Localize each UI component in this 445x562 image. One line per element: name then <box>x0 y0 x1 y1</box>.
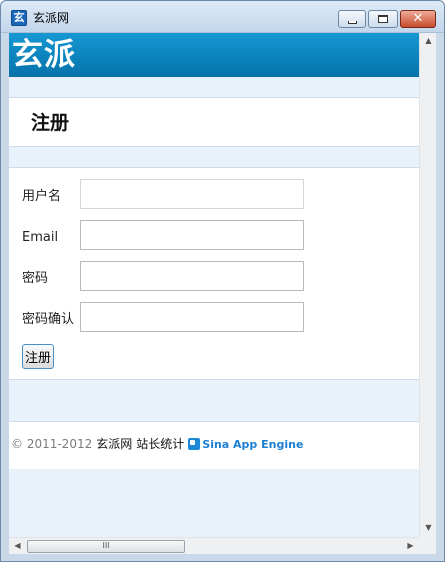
username-label: 用户名 <box>22 189 62 204</box>
scroll-up-icon[interactable]: ▲ <box>420 36 437 46</box>
horizontal-scroll-thumb[interactable]: III <box>27 540 185 553</box>
heading-panel: 注册 <box>9 97 419 147</box>
footer: © 2011-2012 玄派网 站长统计 Sina App Engine <box>9 421 419 469</box>
stats-link[interactable]: 站长统计 <box>136 437 184 451</box>
password-label: 密码 <box>22 271 49 286</box>
scroll-left-icon[interactable]: ◀ <box>9 541 26 551</box>
scroll-down-icon[interactable]: ▼ <box>420 523 437 533</box>
page-title: 注册 <box>31 112 70 134</box>
scroll-grip-icon: III <box>102 541 110 550</box>
password-input[interactable] <box>80 261 304 291</box>
confirm-password-label: 密码确认 <box>22 312 75 327</box>
footer-line: © 2011-2012 玄派网 站长统计 Sina App Engine <box>11 436 303 453</box>
register-button[interactable]: 注册 <box>22 344 54 369</box>
scrollbar-corner <box>419 537 436 554</box>
vertical-scrollbar[interactable]: ▲ ▼ <box>419 33 436 537</box>
browser-window: 玄 玄派网 ✕ 玄派 注册 用户名 Email 密码 密码确认 注册 © 201… <box>0 0 445 562</box>
site-link[interactable]: 玄派网 <box>96 437 132 451</box>
copyright-text: © 2011-2012 <box>11 437 93 451</box>
maximize-icon <box>378 15 388 23</box>
username-input[interactable] <box>80 179 304 209</box>
maximize-button[interactable] <box>368 10 398 28</box>
close-icon: ✕ <box>412 11 424 26</box>
horizontal-scrollbar[interactable]: ◀ III ▶ <box>9 537 419 554</box>
minimize-button[interactable] <box>338 10 366 28</box>
sae-logo-icon <box>188 438 201 450</box>
register-form: 用户名 Email 密码 密码确认 注册 <box>9 167 419 380</box>
page-viewport: 玄派 注册 用户名 Email 密码 密码确认 注册 © 2011-2012 玄派… <box>9 33 419 537</box>
email-label: Email <box>22 230 59 245</box>
site-logo[interactable]: 玄派 <box>12 36 76 74</box>
confirm-password-input[interactable] <box>80 302 304 332</box>
minimize-icon <box>347 20 357 24</box>
site-header: 玄派 <box>9 33 419 77</box>
email-input[interactable] <box>80 220 304 250</box>
app-icon: 玄 <box>11 10 27 26</box>
title-bar[interactable]: 玄 玄派网 ✕ <box>1 1 444 33</box>
scroll-right-icon[interactable]: ▶ <box>402 541 419 551</box>
sae-link[interactable]: Sina App Engine <box>202 438 303 451</box>
close-button[interactable]: ✕ <box>400 10 436 28</box>
window-title: 玄派网 <box>33 11 70 25</box>
